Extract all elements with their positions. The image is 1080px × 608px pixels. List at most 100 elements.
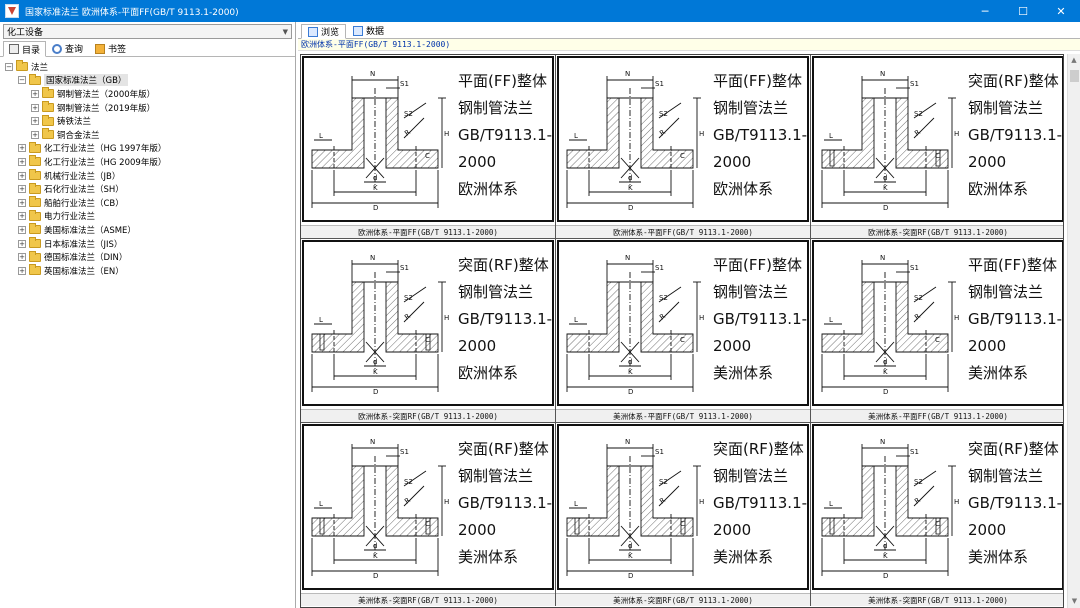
tree-toggle-icon[interactable]: + [31, 130, 39, 139]
svg-text:D: D [373, 572, 378, 580]
tab-bookmark-label: 书签 [108, 45, 127, 55]
svg-text:S1: S1 [910, 448, 919, 456]
tree-toggle-icon[interactable]: + [18, 198, 26, 207]
tree-item-label: 钢制管法兰（2000年版） [57, 89, 156, 100]
flange-text-line: 钢制管法兰 [458, 99, 534, 117]
tree-toggle-icon[interactable]: + [18, 239, 26, 248]
flange-text-line: 平面(FF)整体 [713, 72, 802, 90]
tree-toggle-icon[interactable]: + [31, 89, 39, 98]
flange-thumbnail[interactable]: N S1 S2 H Ld K D R C 突面(RF)整体 钢制管法兰 GB/T9113.1-… [556, 423, 810, 606]
tab-catalog-label: 目录 [22, 45, 41, 56]
svg-text:d: d [628, 542, 632, 550]
category-select[interactable]: 化工设备 ▼ [3, 24, 292, 39]
flange-drawing[interactable]: N S1 S2 H Ld K D R C 平面(FF)整体 钢制管法兰 GB/T9113.1-… [302, 56, 554, 222]
flange-text-line: GB/T9113.1- [713, 126, 808, 144]
tree-item[interactable]: + 铜合金法兰 [0, 128, 295, 142]
flange-diagram-icon: N S1 S2 H Ld K D R C [566, 438, 704, 580]
svg-text:K: K [628, 552, 633, 560]
flange-drawing[interactable]: N S1 S2 H Ld K D R C 平面(FF)整体 钢制管法兰 GB/T9113.1-… [812, 240, 1063, 406]
svg-text:L: L [829, 500, 833, 508]
tree-toggle-icon[interactable]: + [18, 157, 26, 166]
svg-text:D: D [373, 204, 378, 212]
flange-text-line: 美洲体系 [458, 548, 519, 566]
tree-item[interactable]: + 德国标准法兰（DIN） [0, 250, 295, 264]
tree-item[interactable]: + 铸铁法兰 [0, 114, 295, 128]
tree-toggle-icon[interactable]: − [18, 76, 26, 85]
svg-text:L: L [574, 316, 578, 324]
minimize-button[interactable]: ─ [966, 0, 1004, 22]
tab-search[interactable]: 查询 [46, 41, 89, 56]
tree-toggle-icon[interactable]: + [18, 185, 26, 194]
tree-item[interactable]: + 英国标准法兰（EN） [0, 264, 295, 278]
tree-item[interactable]: + 船舶行业法兰（CB） [0, 196, 295, 210]
tree-item-label: 钢制管法兰（2019年版） [57, 103, 156, 114]
flange-drawing[interactable]: N S1 S2 H Ld K D R C 突面(RF)整体 钢制管法兰 GB/T9113.1-… [302, 424, 554, 590]
tree-item[interactable]: − 法兰 [0, 60, 295, 74]
tree-item[interactable]: + 电力行业法兰 [0, 209, 295, 224]
flange-thumbnail[interactable]: N S1 S2 H Ld K D R C 突面(RF)整体 钢制管法兰 GB/T9113.1-… [811, 55, 1063, 238]
flange-text-line: 突面(RF)整体 [458, 440, 549, 458]
tree-item[interactable]: + 钢制管法兰（2019年版） [0, 101, 295, 115]
tree-item[interactable]: + 钢制管法兰（2000年版） [0, 87, 295, 101]
tree-item[interactable]: + 石化行业法兰（SH） [0, 182, 295, 196]
tree-toggle-icon[interactable]: + [18, 144, 26, 153]
flange-text-line: 突面(RF)整体 [458, 256, 549, 274]
flange-drawing[interactable]: N S1 S2 H Ld K D R C 突面(RF)整体 钢制管法兰 GB/T9113.1-… [302, 240, 554, 406]
svg-text:S2: S2 [404, 110, 413, 118]
flange-description: 突面(RF)整体 钢制管法兰 GB/T9113.1- 2000 美洲体系 [968, 436, 1063, 571]
left-panel: 化工设备 ▼ 目录 查询 书签 − 法兰 − 国家标准法兰（GB） + 钢制管法兰（200… [0, 22, 296, 608]
flange-description: 突面(RF)整体 钢制管法兰 GB/T9113.1- 2000 美洲体系 [713, 436, 810, 571]
scroll-thumb[interactable] [1070, 70, 1079, 82]
tree-toggle-icon[interactable]: + [31, 103, 39, 112]
svg-text:K: K [373, 552, 378, 560]
flange-description: 平面(FF)整体 钢制管法兰 GB/T9113.1- 2000 欧洲体系 [458, 68, 555, 203]
tab-browse[interactable]: 浏览 [301, 24, 347, 39]
tree-toggle-icon[interactable]: − [5, 62, 13, 71]
close-button[interactable]: ✕ [1042, 0, 1080, 22]
tab-data[interactable]: 数据 [346, 23, 391, 38]
maximize-button[interactable]: ☐ [1004, 0, 1042, 22]
flange-text-line: GB/T9113.1- [458, 494, 553, 512]
tree-toggle-icon[interactable]: + [18, 212, 26, 221]
tab-catalog[interactable]: 目录 [3, 41, 47, 57]
vertical-scrollbar[interactable]: ▲ ▼ [1067, 54, 1080, 608]
tree-item-label: 美国标准法兰（ASME） [44, 225, 136, 236]
flange-drawing[interactable]: N S1 S2 H Ld K D R C 突面(RF)整体 钢制管法兰 GB/T9113.1-… [557, 424, 809, 590]
svg-text:S2: S2 [914, 478, 923, 486]
tree-item-label: 铜合金法兰 [57, 130, 100, 141]
flange-thumbnail[interactable]: N S1 S2 H Ld K D R C 平面(FF)整体 钢制管法兰 GB/T9113.1-… [556, 55, 810, 238]
svg-text:C: C [425, 152, 430, 160]
tree-item[interactable]: + 美国标准法兰（ASME） [0, 223, 295, 237]
flange-thumbnail[interactable]: N S1 S2 H Ld K D R C 平面(FF)整体 钢制管法兰 GB/T9113.1-… [556, 239, 810, 422]
flange-drawing[interactable]: N S1 S2 H Ld K D R C 突面(RF)整体 钢制管法兰 GB/T9113.1-… [812, 56, 1063, 222]
tree-item[interactable]: + 日本标准法兰（JIS） [0, 237, 295, 251]
flange-thumbnail[interactable]: N S1 S2 H Ld K D R C 突面(RF)整体 钢制管法兰 GB/T9113.1-… [301, 423, 555, 606]
tree-item[interactable]: + 机械行业法兰（JB） [0, 169, 295, 183]
svg-text:D: D [883, 388, 888, 396]
tree-toggle-icon[interactable]: + [18, 171, 26, 180]
thumbnail-caption: 欧洲体系-突面RF(GB/T 9113.1-2000) [811, 225, 1063, 238]
tree-item[interactable]: + 化工行业法兰（HG 2009年版） [0, 155, 295, 169]
flange-thumbnail[interactable]: N S1 S2 H Ld K D R C 突面(RF)整体 钢制管法兰 GB/T9113.1-… [301, 239, 555, 422]
tree-item[interactable]: + 化工行业法兰（HG 1997年版） [0, 141, 295, 156]
tree-toggle-icon[interactable]: + [18, 225, 26, 234]
flange-text-line: 美洲体系 [968, 548, 1029, 566]
flange-thumbnail[interactable]: N S1 S2 H Ld K D R C 突面(RF)整体 钢制管法兰 GB/T9113.1-… [811, 423, 1063, 606]
tree-item[interactable]: − 国家标准法兰（GB） [0, 73, 295, 88]
tree-toggle-icon[interactable]: + [18, 266, 26, 275]
tree-toggle-icon[interactable]: + [31, 117, 39, 126]
flange-thumbnail[interactable]: N S1 S2 H Ld K D R C 平面(FF)整体 钢制管法兰 GB/T9113.1-… [301, 55, 555, 238]
flange-text-line: 欧洲体系 [458, 364, 519, 382]
flange-drawing[interactable]: N S1 S2 H Ld K D R C 平面(FF)整体 钢制管法兰 GB/T9113.1-… [557, 56, 809, 222]
svg-text:d: d [373, 542, 377, 550]
svg-text:R: R [658, 312, 667, 321]
scroll-down-icon[interactable]: ▼ [1068, 595, 1080, 608]
flange-drawing[interactable]: N S1 S2 H Ld K D R C 平面(FF)整体 钢制管法兰 GB/T9113.1-… [557, 240, 809, 406]
tab-bookmark[interactable]: 书签 [89, 41, 132, 56]
folder-icon [29, 73, 41, 85]
tree-toggle-icon[interactable]: + [18, 253, 26, 262]
scroll-up-icon[interactable]: ▲ [1068, 54, 1080, 67]
flange-thumbnail[interactable]: N S1 S2 H Ld K D R C 平面(FF)整体 钢制管法兰 GB/T9113.1-… [811, 239, 1063, 422]
svg-text:S2: S2 [659, 110, 668, 118]
flange-drawing[interactable]: N S1 S2 H Ld K D R C 突面(RF)整体 钢制管法兰 GB/T9113.1-… [812, 424, 1063, 590]
